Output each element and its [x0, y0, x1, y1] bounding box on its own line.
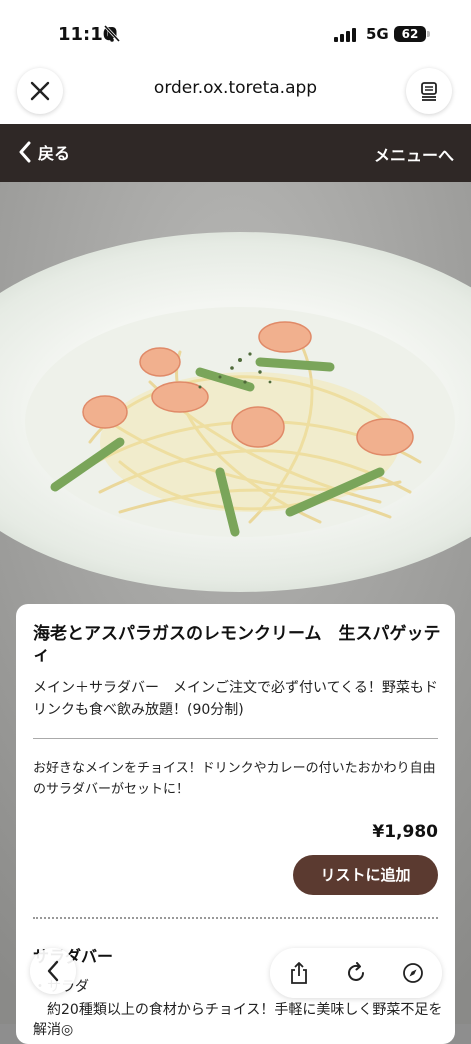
- menu-link[interactable]: メニューへ: [374, 142, 454, 166]
- signal-icon: [334, 27, 358, 46]
- reader-button[interactable]: [406, 68, 452, 114]
- browser-bar: order.ox.toreta.app: [0, 62, 471, 124]
- status-bar: 11:10 5G 62: [0, 0, 471, 62]
- compass-icon: [403, 963, 424, 983]
- compass-button[interactable]: [393, 953, 433, 993]
- dotted-divider: [33, 917, 438, 919]
- back-label: 戻る: [38, 144, 71, 163]
- share-icon: [290, 962, 307, 984]
- bell-slash-icon: [103, 24, 121, 47]
- browser-back-button[interactable]: [30, 948, 76, 994]
- reader-icon: [421, 82, 437, 101]
- reload-icon: [348, 962, 364, 981]
- share-button[interactable]: [279, 953, 319, 993]
- item-title: 海老とアスパラガスのレモンクリーム 生スパゲッティ: [33, 624, 441, 665]
- network-type: 5G: [366, 25, 389, 43]
- chevron-left-icon: [19, 141, 31, 163]
- url-display[interactable]: order.ox.toreta.app: [0, 78, 471, 98]
- nav-bar: 戻る メニューへ: [0, 124, 471, 182]
- browser-toolbar: [0, 940, 471, 1024]
- reload-button[interactable]: [336, 953, 376, 993]
- browser-actions: [270, 948, 442, 998]
- divider: [33, 738, 438, 739]
- battery-indicator: 62: [394, 26, 430, 42]
- back-link[interactable]: 戻る: [18, 140, 70, 164]
- item-description: メイン＋サラダバー メインご注文で必ず付いてくる！野菜もドリンクも食べ飲み放題！…: [33, 680, 438, 718]
- add-to-list-button[interactable]: リストに追加: [293, 855, 438, 895]
- item-details: お好きなメインをチョイス！ドリンクやカレーの付いたおかわり自由のサラダバーがセッ…: [33, 761, 436, 797]
- item-price: ¥1,980: [372, 822, 438, 842]
- chevron-left-icon: [47, 960, 59, 982]
